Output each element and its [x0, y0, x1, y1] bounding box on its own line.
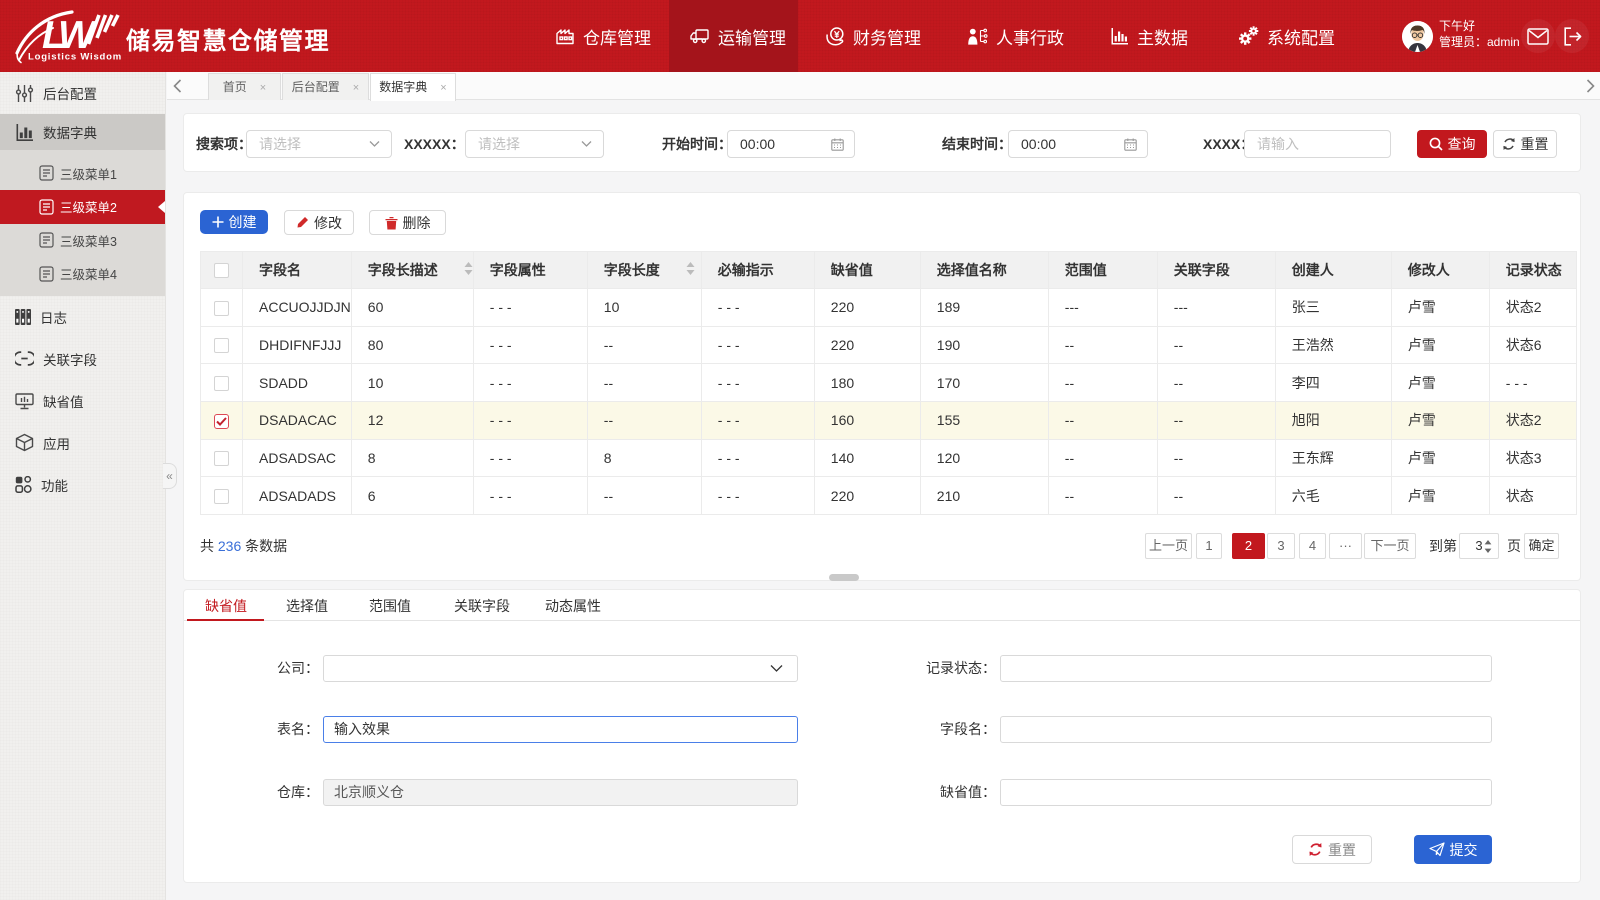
svg-text:Logistics Wisdom: Logistics Wisdom: [28, 52, 122, 63]
